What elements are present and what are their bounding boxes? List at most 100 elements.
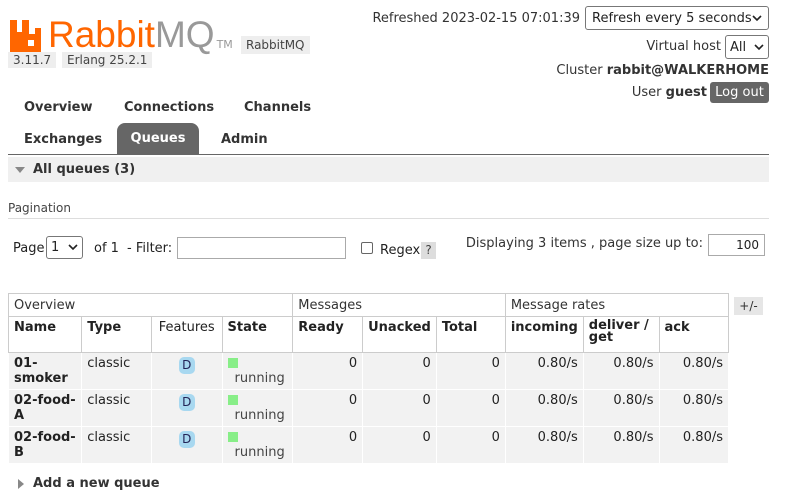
tab-exchanges[interactable]: Exchanges bbox=[24, 132, 102, 147]
queue-name-link[interactable]: 01-smoker bbox=[7, 352, 83, 390]
tab-connections[interactable]: Connections bbox=[124, 100, 214, 115]
add-queue-section-header[interactable]: Add a new queue bbox=[18, 476, 160, 491]
queue-name-link[interactable]: 02-food-A bbox=[7, 389, 83, 427]
user-name: guest bbox=[665, 85, 707, 100]
column-header-name[interactable]: Name bbox=[7, 316, 83, 353]
running-state-icon bbox=[227, 358, 238, 368]
deliver-get-rate: 0.80/s bbox=[582, 426, 660, 464]
virtual-host-select[interactable]: All bbox=[725, 35, 769, 59]
ack-rate: 0.80/s bbox=[658, 389, 730, 427]
add-queue-label: Add a new queue bbox=[33, 476, 160, 491]
queue-state: running bbox=[234, 445, 285, 460]
running-state-icon bbox=[227, 432, 238, 442]
column-header-state[interactable]: State bbox=[221, 316, 294, 353]
rabbit-logo-icon bbox=[10, 20, 41, 52]
expand-triangle-icon bbox=[18, 478, 24, 489]
cluster-name: rabbit@WALKERHOME bbox=[606, 63, 769, 78]
logout-button[interactable]: Log out bbox=[710, 82, 769, 103]
queue-state: running bbox=[234, 371, 285, 386]
column-header-type[interactable]: Type bbox=[81, 316, 152, 353]
all-queues-title: All queues (3) bbox=[33, 162, 136, 177]
deliver-get-rate: 0.80/s bbox=[582, 352, 660, 390]
tab-divider bbox=[8, 154, 769, 155]
cluster-label: Cluster bbox=[556, 63, 603, 78]
deliver-get-rate: 0.80/s bbox=[582, 389, 660, 427]
unacked-count: 0 bbox=[362, 389, 437, 427]
user-label: User bbox=[631, 85, 662, 100]
queue-name-link[interactable]: 02-food-B bbox=[7, 426, 83, 464]
pagination-divider bbox=[8, 218, 769, 219]
queue-state: running bbox=[234, 408, 285, 423]
group-header-message-rates: Message rates bbox=[504, 293, 730, 317]
virtual-host-value: All bbox=[730, 39, 747, 55]
incoming-rate: 0.80/s bbox=[504, 352, 584, 390]
column-header-deliver-get[interactable]: deliver / get bbox=[582, 316, 660, 353]
page-label: Page bbox=[13, 241, 45, 256]
column-header-total[interactable]: Total bbox=[435, 316, 506, 353]
refresh-interval-value: Refresh every 5 seconds bbox=[592, 10, 752, 26]
logo-text-mq: MQ bbox=[154, 14, 215, 55]
page-count-label: of 1 bbox=[94, 241, 119, 256]
page-select[interactable]: 1 bbox=[46, 236, 83, 259]
queue-type: classic bbox=[81, 426, 152, 464]
version-badge: 3.11.7 bbox=[8, 52, 57, 68]
ready-count: 0 bbox=[292, 426, 364, 464]
tab-admin[interactable]: Admin bbox=[221, 132, 268, 147]
chevron-down-icon bbox=[68, 240, 78, 255]
table-row: 02-food-B classic D running 0 0 0 0.80/s… bbox=[7, 426, 730, 464]
chevron-down-icon bbox=[752, 11, 762, 26]
group-header-messages: Messages bbox=[292, 293, 506, 317]
tab-overview[interactable]: Overview bbox=[24, 100, 93, 115]
virtual-host-label: Virtual host bbox=[646, 39, 721, 54]
page-select-value: 1 bbox=[51, 240, 60, 255]
filter-input[interactable] bbox=[177, 237, 346, 259]
column-header-ack[interactable]: ack bbox=[658, 316, 730, 353]
pagination-label[interactable]: Pagination bbox=[8, 201, 71, 215]
help-icon[interactable]: ? bbox=[421, 242, 436, 259]
chevron-down-icon bbox=[754, 40, 764, 55]
displaying-items-text: Displaying 3 items , page size up to: bbox=[465, 236, 703, 251]
durable-feature-badge: D bbox=[178, 357, 195, 374]
refreshed-timestamp: Refreshed 2023-02-15 07:01:39 bbox=[372, 11, 580, 26]
regex-label: Regex bbox=[380, 243, 421, 258]
product-name: RabbitMQ bbox=[241, 36, 310, 54]
ready-count: 0 bbox=[292, 352, 364, 390]
unacked-count: 0 bbox=[362, 352, 437, 390]
column-header-incoming[interactable]: incoming bbox=[504, 316, 584, 353]
total-count: 0 bbox=[435, 426, 506, 464]
column-header-ready[interactable]: Ready bbox=[292, 316, 364, 353]
tab-channels[interactable]: Channels bbox=[244, 100, 311, 115]
running-state-icon bbox=[227, 395, 238, 405]
total-count: 0 bbox=[435, 389, 506, 427]
incoming-rate: 0.80/s bbox=[504, 426, 584, 464]
user-info: User guest bbox=[632, 85, 707, 100]
filter-label: - Filter: bbox=[127, 241, 173, 256]
ack-rate: 0.80/s bbox=[658, 426, 730, 464]
page-size-input[interactable]: 100 bbox=[708, 234, 765, 256]
collapse-triangle-icon bbox=[15, 166, 25, 173]
all-queues-section-header[interactable]: All queues (3) bbox=[8, 157, 769, 182]
incoming-rate: 0.80/s bbox=[504, 389, 584, 427]
table-row: 01-smoker classic D running 0 0 0 0.80/s… bbox=[7, 352, 730, 390]
tab-queues[interactable]: Queues bbox=[117, 123, 199, 155]
erlang-version-badge: Erlang 25.2.1 bbox=[62, 52, 153, 68]
ack-rate: 0.80/s bbox=[658, 352, 730, 390]
column-options-button[interactable]: +/- bbox=[734, 297, 763, 315]
refresh-interval-select[interactable]: Refresh every 5 seconds bbox=[585, 6, 769, 30]
logo-trademark: TM bbox=[216, 38, 233, 51]
logo-text-rabbit: Rabbit bbox=[48, 14, 155, 55]
ready-count: 0 bbox=[292, 389, 364, 427]
queue-type: classic bbox=[81, 352, 152, 390]
queues-table: Overview Messages Message rates Name Typ… bbox=[7, 293, 730, 464]
rabbitmq-logo: RabbitMQ TM bbox=[8, 14, 233, 56]
group-header-overview: Overview bbox=[7, 293, 294, 317]
cluster-info: Cluster rabbit@WALKERHOME bbox=[556, 63, 769, 78]
total-count: 0 bbox=[435, 352, 506, 390]
durable-feature-badge: D bbox=[178, 431, 195, 448]
regex-checkbox[interactable] bbox=[361, 242, 373, 254]
column-header-unacked[interactable]: Unacked bbox=[362, 316, 437, 353]
table-row: 02-food-A classic D running 0 0 0 0.80/s… bbox=[7, 389, 730, 427]
column-header-features[interactable]: Features bbox=[150, 316, 223, 353]
unacked-count: 0 bbox=[362, 426, 437, 464]
durable-feature-badge: D bbox=[178, 394, 195, 411]
